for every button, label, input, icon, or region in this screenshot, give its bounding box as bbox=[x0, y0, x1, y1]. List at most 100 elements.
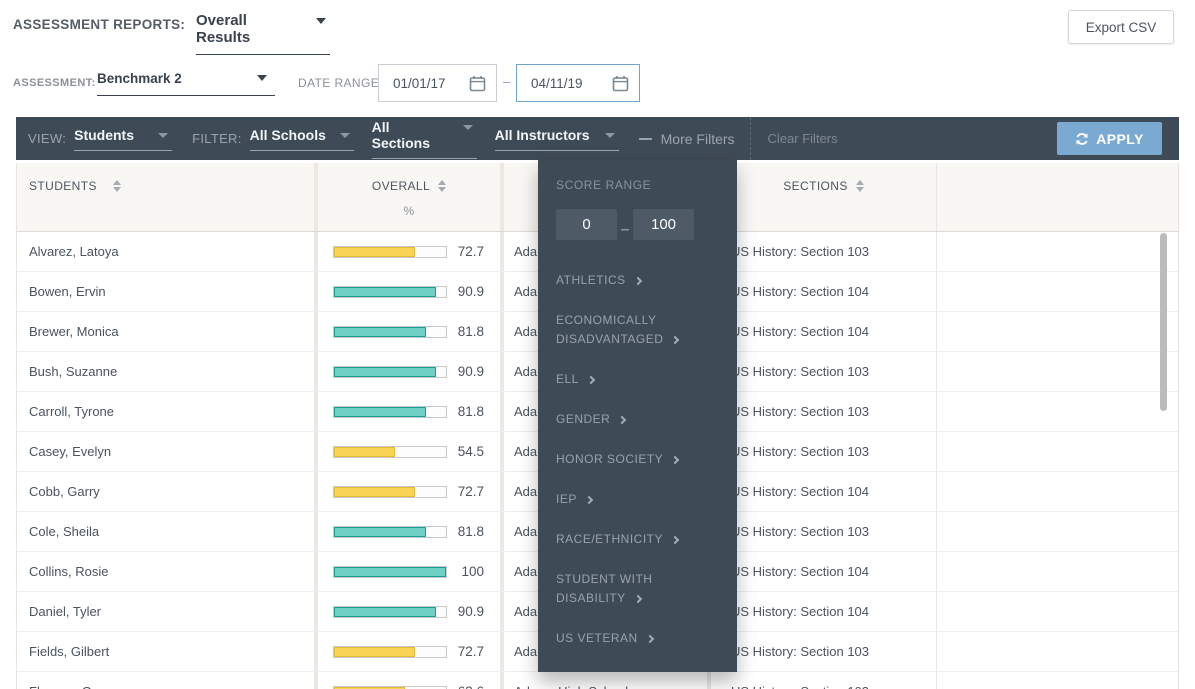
date-end-input[interactable]: 04/11/19 bbox=[516, 64, 640, 102]
filter-category-label: ELL bbox=[556, 372, 579, 386]
date-range-label: DATE RANGE bbox=[298, 76, 379, 90]
chevron-right-icon bbox=[585, 496, 593, 504]
filter-category-label: GENDER bbox=[556, 412, 610, 426]
instructors-filter-value: All Instructors bbox=[495, 127, 590, 143]
empty-cell bbox=[937, 592, 1178, 631]
empty-cell bbox=[937, 232, 1178, 271]
overall-score-cell: 90.9 bbox=[318, 352, 504, 391]
toolbar-divider bbox=[750, 117, 751, 160]
calendar-icon[interactable] bbox=[612, 75, 629, 92]
filter-category-us-veteran[interactable]: US VETERAN bbox=[556, 629, 714, 648]
section-cell: US History: Section 103 bbox=[711, 232, 937, 271]
filter-category-athletics[interactable]: ATHLETICS bbox=[556, 271, 714, 290]
sort-icon bbox=[856, 180, 864, 192]
schools-filter-dropdown[interactable]: All Schools bbox=[250, 127, 354, 151]
date-start-value: 01/01/17 bbox=[393, 76, 469, 91]
sections-column-header[interactable]: SECTIONS bbox=[711, 163, 937, 231]
students-header-label: STUDENTS bbox=[29, 179, 97, 193]
empty-cell bbox=[937, 312, 1178, 351]
assessment-dropdown[interactable]: Benchmark 2 bbox=[97, 71, 275, 96]
apply-button[interactable]: APPLY bbox=[1057, 122, 1162, 155]
overall-score-value: 90.9 bbox=[447, 604, 500, 619]
student-name-cell: Collins, Rosie bbox=[17, 552, 318, 591]
date-start-input[interactable]: 01/01/17 bbox=[378, 64, 497, 102]
score-bar bbox=[333, 646, 447, 658]
score-bar-fill bbox=[334, 567, 446, 577]
vertical-scrollbar-thumb[interactable] bbox=[1160, 233, 1167, 411]
date-end-value: 04/11/19 bbox=[531, 76, 612, 91]
report-type-dropdown[interactable]: Overall Results bbox=[196, 12, 330, 55]
score-max-input[interactable] bbox=[633, 209, 694, 240]
filter-category-label: RACE/ETHNICITY bbox=[556, 532, 663, 546]
view-dropdown[interactable]: Students bbox=[74, 127, 172, 151]
view-label: VIEW: bbox=[28, 131, 66, 146]
student-name-cell: Cobb, Garry bbox=[17, 472, 318, 511]
empty-cell bbox=[937, 352, 1178, 391]
chevron-right-icon bbox=[671, 336, 679, 344]
filter-category-iep[interactable]: IEP bbox=[556, 490, 714, 509]
chevron-down-icon bbox=[316, 18, 326, 24]
filter-category-race-ethnicity[interactable]: RACE/ETHNICITY bbox=[556, 530, 714, 549]
score-bar bbox=[333, 366, 447, 378]
overall-score-cell: 81.8 bbox=[318, 312, 504, 351]
chevron-down-icon bbox=[158, 133, 168, 138]
score-bar-fill bbox=[334, 367, 436, 377]
assessment-report-page: ASSESSMENT REPORTS: Overall Results Expo… bbox=[0, 0, 1195, 689]
overall-score-value: 63.6 bbox=[447, 684, 500, 689]
chevron-right-icon bbox=[618, 416, 626, 424]
chevron-down-icon bbox=[605, 133, 615, 138]
overall-score-value: 90.9 bbox=[447, 284, 500, 299]
overall-header-label: OVERALL bbox=[372, 179, 430, 193]
empty-cell bbox=[937, 272, 1178, 311]
more-filters-toggle[interactable]: More Filters bbox=[639, 131, 735, 147]
filter-category-honor-society[interactable]: HONOR SOCIETY bbox=[556, 450, 714, 469]
assessment-label: ASSESSMENT: bbox=[13, 77, 96, 89]
score-bar-fill bbox=[334, 647, 415, 657]
filter-category-student-with-disability[interactable]: STUDENT WITH DISABILITY bbox=[556, 570, 714, 608]
filter-category-gender[interactable]: GENDER bbox=[556, 410, 714, 429]
instructors-filter-dropdown[interactable]: All Instructors bbox=[495, 127, 619, 151]
student-name-cell: Cole, Sheila bbox=[17, 512, 318, 551]
student-name-cell: Carroll, Tyrone bbox=[17, 392, 318, 431]
score-min-input[interactable] bbox=[556, 209, 617, 240]
section-cell: US History: Section 103 bbox=[711, 392, 937, 431]
sort-icon bbox=[438, 180, 446, 192]
filter-category-economically-disadvantaged[interactable]: ECONOMICALLY DISADVANTAGED bbox=[556, 311, 714, 349]
student-name-cell: Bush, Suzanne bbox=[17, 352, 318, 391]
score-bar-fill bbox=[334, 447, 395, 457]
overall-score-value: 100 bbox=[447, 564, 500, 579]
calendar-icon[interactable] bbox=[469, 75, 486, 92]
student-name-cell: Daniel, Tyler bbox=[17, 592, 318, 631]
overall-score-cell: 54.5 bbox=[318, 432, 504, 471]
assessment-value: Benchmark 2 bbox=[97, 71, 182, 86]
overall-score-cell: 81.8 bbox=[318, 392, 504, 431]
student-name-cell: Bowen, Ervin bbox=[17, 272, 318, 311]
filter-category-label: IEP bbox=[556, 492, 577, 506]
clear-filters-button[interactable]: Clear Filters bbox=[768, 131, 838, 146]
empty-cell bbox=[937, 632, 1178, 671]
view-value: Students bbox=[74, 127, 134, 143]
students-column-header[interactable]: STUDENTS bbox=[17, 163, 318, 231]
overall-unit-label: % bbox=[403, 204, 414, 218]
empty-cell bbox=[937, 432, 1178, 471]
overall-score-value: 54.5 bbox=[447, 444, 500, 459]
more-filters-label: More Filters bbox=[661, 131, 735, 147]
section-cell: US History: Section 104 bbox=[711, 272, 937, 311]
filter-category-label: ECONOMICALLY DISADVANTAGED bbox=[556, 313, 663, 346]
chevron-right-icon bbox=[633, 595, 641, 603]
export-csv-button[interactable]: Export CSV bbox=[1068, 10, 1174, 44]
filter-category-label: ATHLETICS bbox=[556, 273, 626, 287]
overall-score-cell: 81.8 bbox=[318, 512, 504, 551]
apply-label: APPLY bbox=[1096, 131, 1143, 147]
sections-filter-dropdown[interactable]: All Sections bbox=[372, 119, 477, 159]
filter-category-ell[interactable]: ELL bbox=[556, 370, 714, 389]
school-cell: Adams High School bbox=[504, 672, 711, 689]
section-cell: US History: Section 104 bbox=[711, 472, 937, 511]
overall-column-header[interactable]: OVERALL % bbox=[318, 163, 504, 231]
score-bar-fill bbox=[334, 247, 415, 257]
section-cell: US History: Section 104 bbox=[711, 552, 937, 591]
more-filters-panel: SCORE RANGE – ATHLETICSECONOMICALLY DISA… bbox=[538, 160, 737, 672]
filter-label: FILTER: bbox=[192, 131, 242, 146]
section-cell: US History: Section 103 bbox=[711, 632, 937, 671]
report-type-value: Overall Results bbox=[196, 12, 250, 46]
